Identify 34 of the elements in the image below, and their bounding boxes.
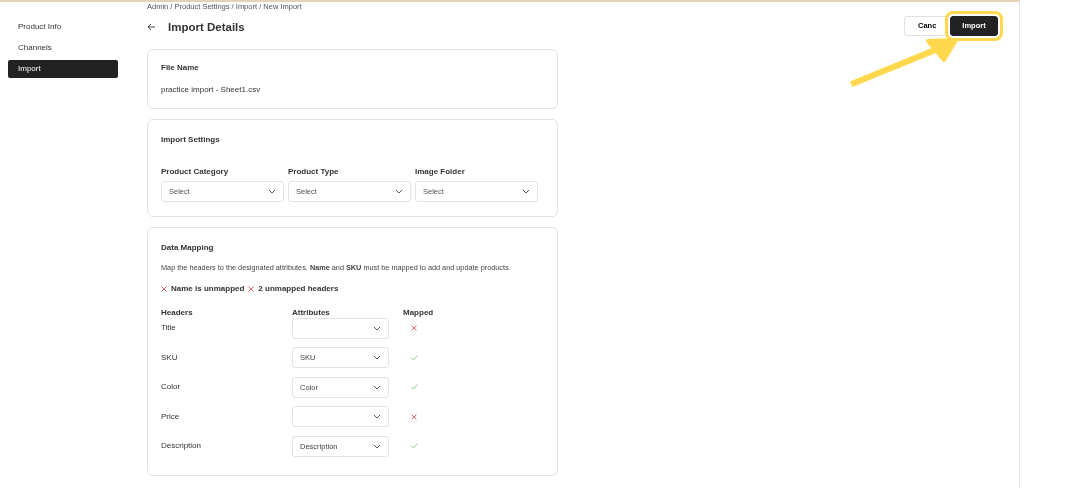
card-title: Data Mapping: [161, 241, 215, 254]
error-text: Name is unmapped: [171, 282, 245, 295]
sidebar-item[interactable]: Channels: [8, 39, 118, 57]
chevron-down-icon: [373, 443, 381, 449]
header-name: Description: [161, 441, 201, 451]
chevron-down-icon: [268, 188, 276, 194]
chevron-down-icon: [373, 384, 381, 390]
chevron-down-icon: [373, 414, 381, 420]
header-name: Color: [161, 382, 181, 392]
chevron-down-icon: [373, 355, 381, 361]
chevron-down-icon: [373, 325, 381, 331]
header-name: Title: [161, 323, 176, 333]
attribute-select[interactable]: [292, 317, 389, 339]
header-name: SKU: [161, 352, 178, 362]
field-label: Product Category: [161, 165, 230, 178]
sidebar-item[interactable]: Import: [8, 60, 118, 78]
error-text: 2 unmapped headers: [258, 282, 339, 295]
column-header: Attributes: [292, 307, 330, 317]
file-name: practice import - Sheet1.csv: [161, 83, 262, 96]
chevron-down-icon: [395, 188, 403, 194]
sidebar-item[interactable]: Product Info: [8, 18, 118, 36]
column-header: Headers: [161, 307, 193, 317]
field-label: Product Type: [288, 165, 340, 178]
attribute-select[interactable]: [292, 406, 389, 428]
chevron-down-icon: [522, 188, 530, 194]
column-header: Mapped: [403, 307, 434, 317]
card-title: File Name: [161, 61, 200, 74]
back-arrow-icon[interactable]: [147, 23, 156, 32]
cross-icon: [161, 285, 167, 292]
field-label: Image Folder: [415, 165, 466, 178]
header-name: Price: [161, 411, 180, 421]
card-title: Import Settings: [161, 133, 221, 146]
page-title: Import Details: [168, 19, 245, 35]
cross-icon: [248, 285, 255, 292]
